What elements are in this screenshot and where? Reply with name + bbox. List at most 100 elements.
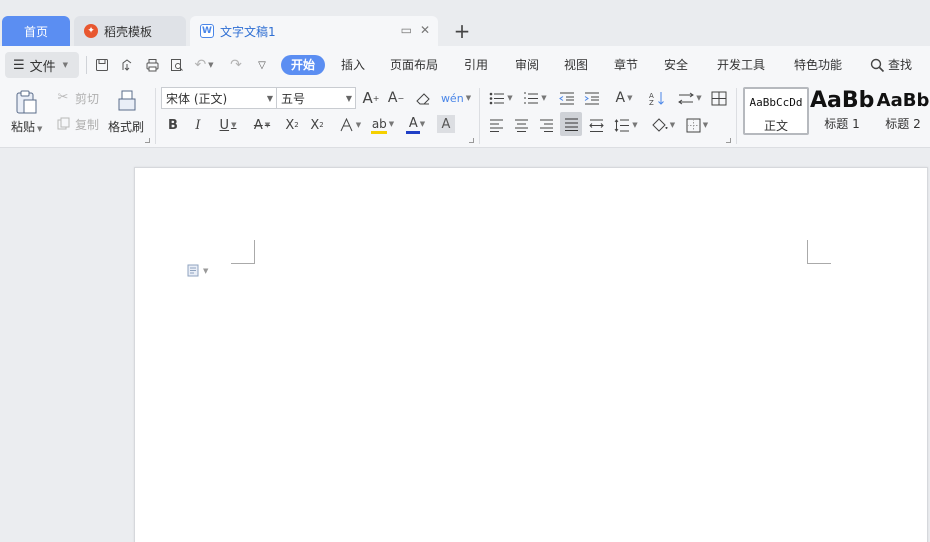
show-hide-table-icon[interactable] [709, 88, 729, 108]
highlight-color-swatch [371, 130, 387, 134]
chevron-down-icon: ▼ [266, 94, 273, 103]
close-icon[interactable]: ✕ [420, 23, 430, 37]
tab-document[interactable]: W 文字文稿1 ▭ ✕ [190, 16, 438, 46]
redo-icon[interactable]: ↷ [226, 55, 246, 75]
text-effects-icon[interactable]: ▼ [336, 115, 364, 135]
distribute-icon[interactable] [587, 115, 605, 135]
decrease-font-size-icon[interactable]: A − [387, 88, 405, 108]
paste-label: 粘贴 [11, 120, 36, 134]
margin-corner-top-right [807, 240, 831, 264]
font-dialog-launcher[interactable] [469, 138, 474, 143]
file-menu-label: 文件 [29, 59, 56, 75]
subscript-icon[interactable]: X2 [307, 115, 327, 135]
search-icon [870, 58, 885, 72]
align-right-icon[interactable] [537, 115, 555, 135]
file-menu-button[interactable]: ☰ 文件 ▼ [5, 52, 79, 78]
style-heading-1[interactable]: AaBb 标题 1 [810, 87, 874, 135]
font-size-select[interactable]: 五号 ▼ [276, 87, 356, 109]
tab-security[interactable]: 安全 [664, 55, 688, 75]
tab-start[interactable]: 开始 [281, 55, 326, 75]
tab-developer-tools[interactable]: 开发工具 [717, 55, 765, 75]
text-direction-icon[interactable]: A ▼ [609, 88, 639, 108]
divider [155, 88, 156, 144]
borders-icon[interactable]: ▼ [682, 115, 712, 135]
numbered-list-icon[interactable]: ▼ [521, 88, 549, 108]
svg-text:Z: Z [649, 99, 654, 106]
paragraph-shading-icon[interactable]: ▼ [648, 115, 678, 135]
print-preview-icon[interactable] [167, 55, 187, 75]
paste-button[interactable]: 粘贴 ▼ [11, 118, 42, 135]
search-button[interactable]: 查找 [870, 55, 912, 75]
docer-icon: ✦ [84, 24, 98, 38]
paste-icon[interactable] [12, 88, 40, 116]
undo-icon[interactable]: ↶ ▼ [194, 55, 214, 75]
style-name: 正文 [763, 119, 788, 133]
style-preview: AaBbCcDd [749, 96, 803, 109]
clipboard-dialog-launcher[interactable] [145, 138, 150, 143]
italic-icon[interactable]: I [189, 115, 207, 135]
cut-button[interactable]: 剪切 [75, 90, 99, 107]
increase-font-size-icon[interactable]: A + [362, 88, 380, 108]
style-normal[interactable]: AaBbCcDd 正文 [743, 87, 809, 135]
superscript-icon[interactable]: X2 [282, 115, 302, 135]
align-left-icon[interactable] [487, 115, 505, 135]
font-color-icon: A [408, 116, 418, 131]
menu-bar: ☰ 文件 ▼ ↶ ▼ ↷ ▽ 开始 插入 页面布局 引用 审阅 视图 章节 安全 … [0, 46, 930, 84]
tab-insert[interactable]: 插入 [341, 55, 365, 75]
tab-docer-label: 稻壳模板 [104, 24, 153, 39]
style-preview: AaBb [876, 90, 930, 111]
strikethrough-icon[interactable]: A ▼ [248, 115, 276, 135]
clear-format-icon[interactable] [414, 88, 432, 108]
tab-references[interactable]: 引用 [464, 55, 488, 75]
copy-button[interactable]: 复制 [75, 116, 99, 133]
styles-gallery: AaBbCcDd 正文 AaBb 标题 1 AaBb 标题 2 [742, 87, 930, 135]
save-icon[interactable] [92, 55, 112, 75]
justify-icon[interactable] [560, 112, 582, 136]
sort-icon[interactable]: AZ [647, 88, 667, 108]
customize-toolbar-icon[interactable]: ▽ [252, 55, 272, 75]
tab-docer-templates[interactable]: ✦ 稻壳模板 [74, 16, 186, 46]
increase-indent-icon[interactable] [582, 88, 602, 108]
style-heading-2[interactable]: AaBb 标题 2 [874, 87, 930, 135]
tab-page-layout[interactable]: 页面布局 [390, 55, 438, 75]
writer-doc-icon: W [200, 24, 214, 38]
format-painter-button[interactable]: 格式刷 [108, 118, 144, 135]
tab-special-features[interactable]: 特色功能 [794, 55, 842, 75]
paragraph-options-icon[interactable]: ▼ [187, 264, 208, 277]
align-center-icon[interactable] [512, 115, 530, 135]
decrease-indent-icon[interactable] [557, 88, 577, 108]
font-size-value: 五号 [281, 91, 306, 106]
paragraph-dialog-launcher[interactable] [726, 138, 731, 143]
cut-icon: ✂ [57, 89, 69, 105]
chevron-down-icon: ▼ [345, 94, 352, 103]
line-spacing-icon[interactable]: ▼ [612, 115, 640, 135]
font-name-select[interactable]: 宋体 (正文) ▼ [161, 87, 277, 109]
tab-view[interactable]: 视图 [564, 55, 588, 75]
tab-chapter[interactable]: 章节 [614, 55, 638, 75]
highlighter-icon: ab [371, 116, 387, 131]
pin-icon[interactable]: ▭ [401, 23, 412, 37]
document-page[interactable]: ▼ [134, 167, 928, 542]
bullet-list-icon[interactable]: ▼ [487, 88, 515, 108]
divider [736, 88, 737, 144]
new-tab-button[interactable]: + [452, 20, 472, 42]
style-preview: AaBb [810, 88, 874, 113]
underline-icon[interactable]: U ▼ [214, 115, 242, 135]
tab-review[interactable]: 审阅 [515, 55, 539, 75]
print-icon[interactable] [142, 55, 162, 75]
document-area: ▼ [0, 149, 930, 542]
phonetic-guide-icon[interactable]: wén ▼ [441, 88, 471, 108]
bold-icon[interactable]: B [164, 115, 182, 135]
style-name: 标题 1 [824, 117, 860, 131]
font-name-value: 宋体 (正文) [166, 91, 228, 106]
export-icon[interactable] [117, 55, 137, 75]
chinese-layout-icon[interactable]: ▼ [676, 88, 704, 108]
font-color-button[interactable]: A ▼ [403, 115, 431, 135]
margin-corner-top-left [231, 240, 255, 264]
hamburger-icon: ☰ [13, 57, 25, 73]
tab-home[interactable]: 首页 [2, 16, 70, 46]
divider [479, 88, 480, 144]
tab-home-label: 首页 [23, 24, 48, 39]
highlight-color-button[interactable]: ab ▼ [368, 115, 398, 135]
character-shading-icon[interactable]: A [437, 115, 455, 133]
